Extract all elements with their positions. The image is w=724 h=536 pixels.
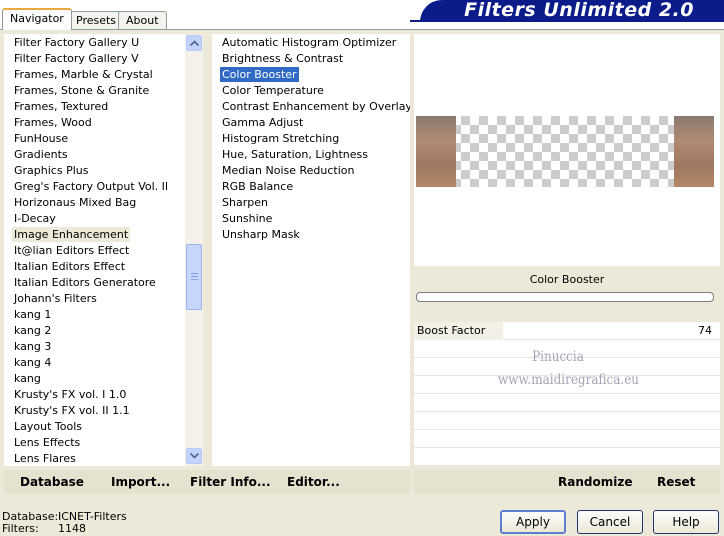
category-item[interactable]: Frames, Wood <box>12 115 94 130</box>
category-item[interactable]: Layout Tools <box>12 419 84 434</box>
category-item[interactable]: Lens Effects <box>12 435 82 450</box>
param-boost-factor[interactable]: Boost Factor 74 <box>414 322 720 340</box>
filter-item[interactable]: Contrast Enhancement by Overlay <box>220 99 410 114</box>
brand-title: Filters Unlimited 2.0 <box>464 0 694 21</box>
help-button[interactable]: Help <box>653 510 719 534</box>
param-empty-row <box>414 394 720 412</box>
category-item[interactable]: FunHouse <box>12 131 70 146</box>
category-item[interactable]: Frames, Stone & Granite <box>12 83 151 98</box>
preview-image-right-strip <box>674 116 714 187</box>
category-item[interactable]: Image Enhancement <box>12 227 131 242</box>
filter-item[interactable]: Gamma Adjust <box>220 115 305 130</box>
filter-item[interactable]: Median Noise Reduction <box>220 163 357 178</box>
thumb-grip <box>191 276 198 277</box>
category-item[interactable]: Frames, Marble & Crystal <box>12 67 155 82</box>
reset-link[interactable]: Reset <box>657 475 695 489</box>
tab-presets[interactable]: Presets <box>68 11 125 29</box>
tab-navigator[interactable]: Navigator <box>2 8 72 30</box>
category-item[interactable]: kang 2 <box>12 323 53 338</box>
filter-item[interactable]: Histogram Stretching <box>220 131 341 146</box>
category-item[interactable]: Graphics Plus <box>12 163 90 178</box>
param-value: 74 <box>698 324 712 337</box>
current-filter-title: Color Booster <box>529 273 605 286</box>
filter-item[interactable]: Sunshine <box>220 211 274 226</box>
category-item[interactable]: Horizonaus Mixed Bag <box>12 195 138 210</box>
thumb-grip <box>191 273 198 274</box>
status-filters: Filters: 1148 <box>2 522 86 535</box>
scroll-thumb[interactable] <box>186 244 202 310</box>
preview-image-left-strip <box>416 116 456 187</box>
import-link[interactable]: Import... <box>111 475 170 489</box>
category-scrollbar[interactable] <box>185 34 203 466</box>
cancel-button[interactable]: Cancel <box>577 510 643 534</box>
category-list[interactable]: Filter Factory Gallery U Filter Factory G… <box>4 34 185 466</box>
watermark-line: www.maidiregrafica.eu <box>498 371 640 388</box>
category-item[interactable]: kang 1 <box>12 307 53 322</box>
left-link-bar: Database Import... Filter Info... Editor… <box>4 470 410 494</box>
param-empty-row <box>414 448 720 466</box>
param-empty-row <box>414 430 720 448</box>
progress-bar <box>416 292 714 302</box>
category-item[interactable]: Italian Editors Effect <box>12 259 127 274</box>
param-empty-row <box>414 412 720 430</box>
category-item[interactable]: Frames, Textured <box>12 99 110 114</box>
category-item[interactable]: kang 3 <box>12 339 53 354</box>
filter-item[interactable]: Hue, Saturation, Lightness <box>220 147 370 162</box>
watermark: Pinuccia www.maidiregrafica.eu <box>498 345 640 391</box>
watermark-line: Pinuccia <box>532 348 584 365</box>
right-link-bar: Randomize Reset <box>414 470 720 494</box>
filter-item[interactable]: RGB Balance <box>220 179 295 194</box>
category-item[interactable]: Greg's Factory Output Vol. II <box>12 179 170 194</box>
category-item[interactable]: Filter Factory Gallery U <box>12 35 141 50</box>
panel-divider <box>0 29 724 30</box>
filter-item[interactable]: Color Booster <box>220 67 299 82</box>
category-item[interactable]: Johann's Filters <box>12 291 99 306</box>
editor-link[interactable]: Editor... <box>287 475 340 489</box>
preview-image <box>416 116 714 187</box>
category-item[interactable]: I-Decay <box>12 211 58 226</box>
status-filters-value: 1148 <box>58 522 86 535</box>
randomize-link[interactable]: Randomize <box>558 475 632 489</box>
database-link[interactable]: Database <box>20 475 84 489</box>
parameter-panel: Boost Factor 74 <box>414 322 720 466</box>
brand-underline <box>410 20 724 22</box>
tab-about[interactable]: About <box>118 11 167 29</box>
filter-list[interactable]: Automatic Histogram Optimizer Brightness … <box>212 34 410 466</box>
status-filters-label: Filters: <box>2 522 39 535</box>
filter-item[interactable]: Sharpen <box>220 195 270 210</box>
brand-banner: Filters Unlimited 2.0 <box>420 0 724 22</box>
filter-item[interactable]: Automatic Histogram Optimizer <box>220 35 398 50</box>
category-item[interactable]: kang <box>12 371 43 386</box>
chevron-up-icon <box>189 40 199 46</box>
filter-info-link[interactable]: Filter Info... <box>190 475 271 489</box>
filter-item[interactable]: Brightness & Contrast <box>220 51 345 66</box>
chevron-down-icon <box>189 453 199 459</box>
category-item[interactable]: kang 4 <box>12 355 53 370</box>
category-item[interactable]: Italian Editors Generatore <box>12 275 158 290</box>
preview-panel <box>414 34 720 266</box>
category-item[interactable]: Lens Flares <box>12 451 78 466</box>
apply-button[interactable]: Apply <box>500 510 566 534</box>
param-label: Boost Factor <box>417 324 486 337</box>
category-item[interactable]: Gradients <box>12 147 70 162</box>
category-item[interactable]: Filter Factory Gallery V <box>12 51 141 66</box>
scroll-down-button[interactable] <box>186 448 202 464</box>
category-item[interactable]: Krusty's FX vol. II 1.1 <box>12 403 132 418</box>
category-item[interactable]: Krusty's FX vol. I 1.0 <box>12 387 128 402</box>
filter-item[interactable]: Color Temperature <box>220 83 326 98</box>
scroll-up-button[interactable] <box>186 35 202 51</box>
filter-item[interactable]: Unsharp Mask <box>220 227 302 242</box>
thumb-grip <box>191 279 198 280</box>
category-item[interactable]: It@lian Editors Effect <box>12 243 131 258</box>
